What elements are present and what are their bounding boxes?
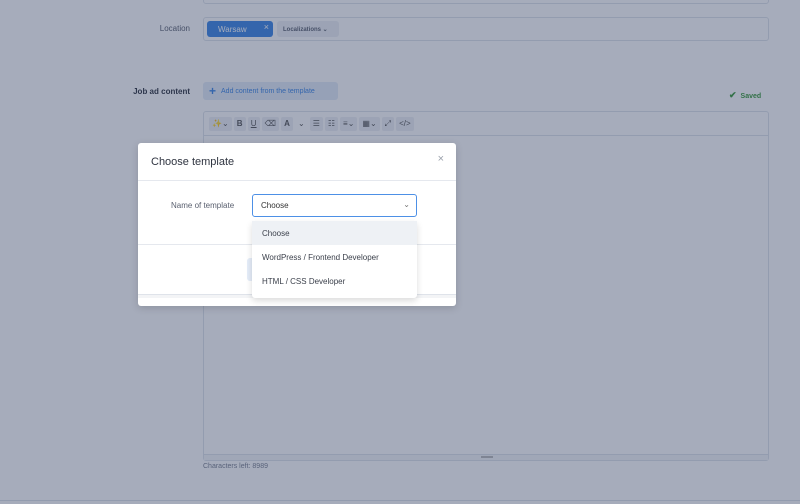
- chevron-down-icon: ⌄: [403, 200, 410, 209]
- option-html-css-developer[interactable]: HTML / CSS Developer: [252, 269, 417, 293]
- close-icon[interactable]: ×: [438, 153, 444, 165]
- template-name-label: Name of template: [171, 201, 235, 210]
- divider: [138, 180, 456, 181]
- option-choose[interactable]: Choose: [252, 221, 417, 245]
- template-select-value: Choose: [261, 201, 289, 210]
- modal-title: Choose template: [151, 156, 235, 168]
- template-options-list: Choose WordPress / Frontend Developer HT…: [252, 221, 417, 298]
- template-select[interactable]: Choose ⌄: [252, 194, 417, 217]
- option-wordpress-frontend-developer[interactable]: WordPress / Frontend Developer: [252, 245, 417, 269]
